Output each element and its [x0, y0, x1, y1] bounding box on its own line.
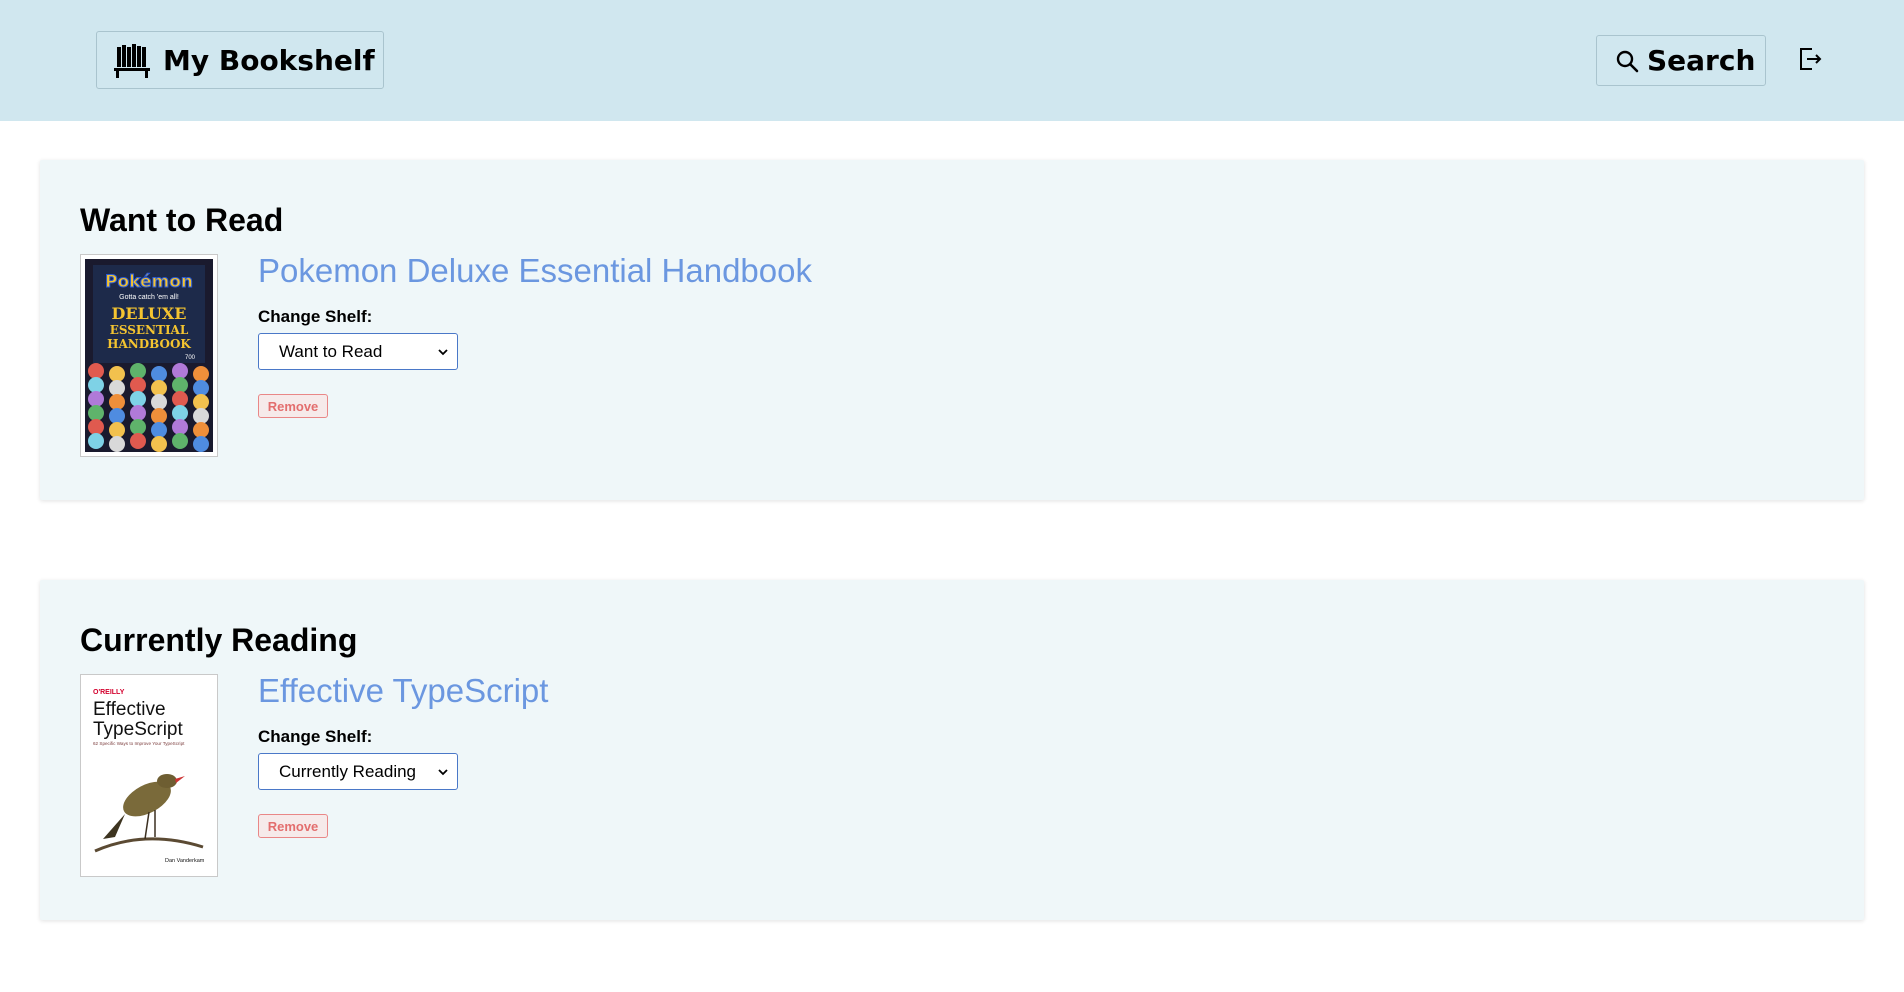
cover-subtitle: Gotta catch 'em all!: [119, 294, 179, 301]
cover-portrait-dot: [88, 405, 104, 421]
logout-icon: [1800, 48, 1822, 70]
cover-portrait-dot: [193, 366, 209, 382]
cover-portrait-dot: [151, 394, 167, 410]
shelf-currently-reading: Currently Reading O'REILLY Effective Typ…: [40, 580, 1864, 920]
cover-word-essential: ESSENTIAL: [110, 323, 189, 337]
cover-portrait-dot: [151, 366, 167, 382]
shelf-want-to-read: Want to Read Pokémon Gotta catch 'em all…: [40, 160, 1864, 500]
cover-word-effective: Effective: [93, 699, 166, 720]
change-shelf-label: Change Shelf:: [258, 307, 373, 326]
change-shelf-select[interactable]: Currently Reading: [258, 753, 458, 790]
cover-portrait-dot: [130, 377, 146, 393]
book-cover: Pokémon Gotta catch 'em all! DELUXE ESSE…: [80, 254, 218, 457]
cover-publisher: O'REILLY: [93, 689, 125, 696]
cover-word-deluxe: DELUXE: [111, 304, 186, 323]
chevron-down-icon: [438, 769, 448, 776]
shelf-title: Want to Read: [80, 202, 284, 238]
cover-portrait-dot: [193, 408, 209, 424]
selected-shelf-value: Want to Read: [279, 341, 383, 361]
cover-portrait-dot: [130, 391, 146, 407]
cover-portrait-dot: [88, 377, 104, 393]
change-shelf-label: Change Shelf:: [258, 727, 373, 746]
cover-word-typescript: TypeScript: [93, 719, 183, 740]
cover-portrait-dot: [151, 380, 167, 396]
search-label: Search: [1647, 44, 1756, 77]
cover-count: 700: [185, 355, 196, 361]
selected-shelf-value: Currently Reading: [279, 761, 417, 781]
cover-portrait-dot: [109, 436, 125, 452]
cover-portrait-dot: [172, 377, 188, 393]
cover-portrait-dot: [172, 433, 188, 449]
cover-portrait-dot: [88, 391, 104, 407]
cover-portrait-dot: [109, 380, 125, 396]
book-title-link[interactable]: Pokemon Deluxe Essential Handbook: [258, 252, 812, 290]
book-title-link[interactable]: Effective TypeScript: [258, 672, 548, 710]
remove-button[interactable]: Remove: [258, 394, 328, 418]
cover-portrait-dot: [193, 380, 209, 396]
shelf-title: Currently Reading: [80, 622, 358, 658]
book-cover: O'REILLY Effective TypeScript 62 Specifi…: [80, 674, 218, 877]
cover-portrait-dot: [109, 408, 125, 424]
cover-portrait-dot: [109, 366, 125, 382]
home-button[interactable]: My Bookshelf: [96, 31, 384, 89]
cover-portrait-dot: [130, 405, 146, 421]
app-title: My Bookshelf: [163, 43, 375, 77]
cover-pokemon-logo: Pokémon: [105, 272, 193, 292]
cover-portrait-dot: [130, 419, 146, 435]
search-button[interactable]: Search: [1596, 35, 1766, 86]
app-header: My Bookshelf Search: [0, 0, 1904, 121]
cover-portrait-dot: [151, 408, 167, 424]
chevron-down-icon: [438, 349, 448, 356]
cover-portrait-dot: [109, 422, 125, 438]
cover-portrait-dot: [151, 422, 167, 438]
remove-button[interactable]: Remove: [258, 814, 328, 838]
cover-portrait-dot: [193, 436, 209, 452]
search-icon: [1615, 49, 1639, 73]
cover-word-handbook: HANDBOOK: [107, 337, 191, 351]
cover-portrait-dot: [172, 363, 188, 379]
cover-tagline: 62 Specific Ways to Improve Your TypeScr…: [93, 741, 185, 746]
cover-portrait-dot: [130, 363, 146, 379]
cover-portrait-dot: [130, 433, 146, 449]
cover-portrait-dot: [172, 419, 188, 435]
change-shelf-select[interactable]: Want to Read: [258, 333, 458, 370]
cover-portrait-dot: [88, 433, 104, 449]
cover-author: Dan Vanderkam: [165, 858, 205, 864]
cover-portrait-dot: [193, 394, 209, 410]
cover-portrait-dot: [172, 405, 188, 421]
cover-portrait-dot: [88, 419, 104, 435]
logout-button[interactable]: [1796, 44, 1824, 74]
bookshelf-icon: [113, 41, 151, 79]
cover-portrait-dot: [88, 363, 104, 379]
cover-portrait-dot: [193, 422, 209, 438]
cover-portrait-dot: [109, 394, 125, 410]
cover-portrait-dot: [151, 436, 167, 452]
cover-portrait-dot: [172, 391, 188, 407]
